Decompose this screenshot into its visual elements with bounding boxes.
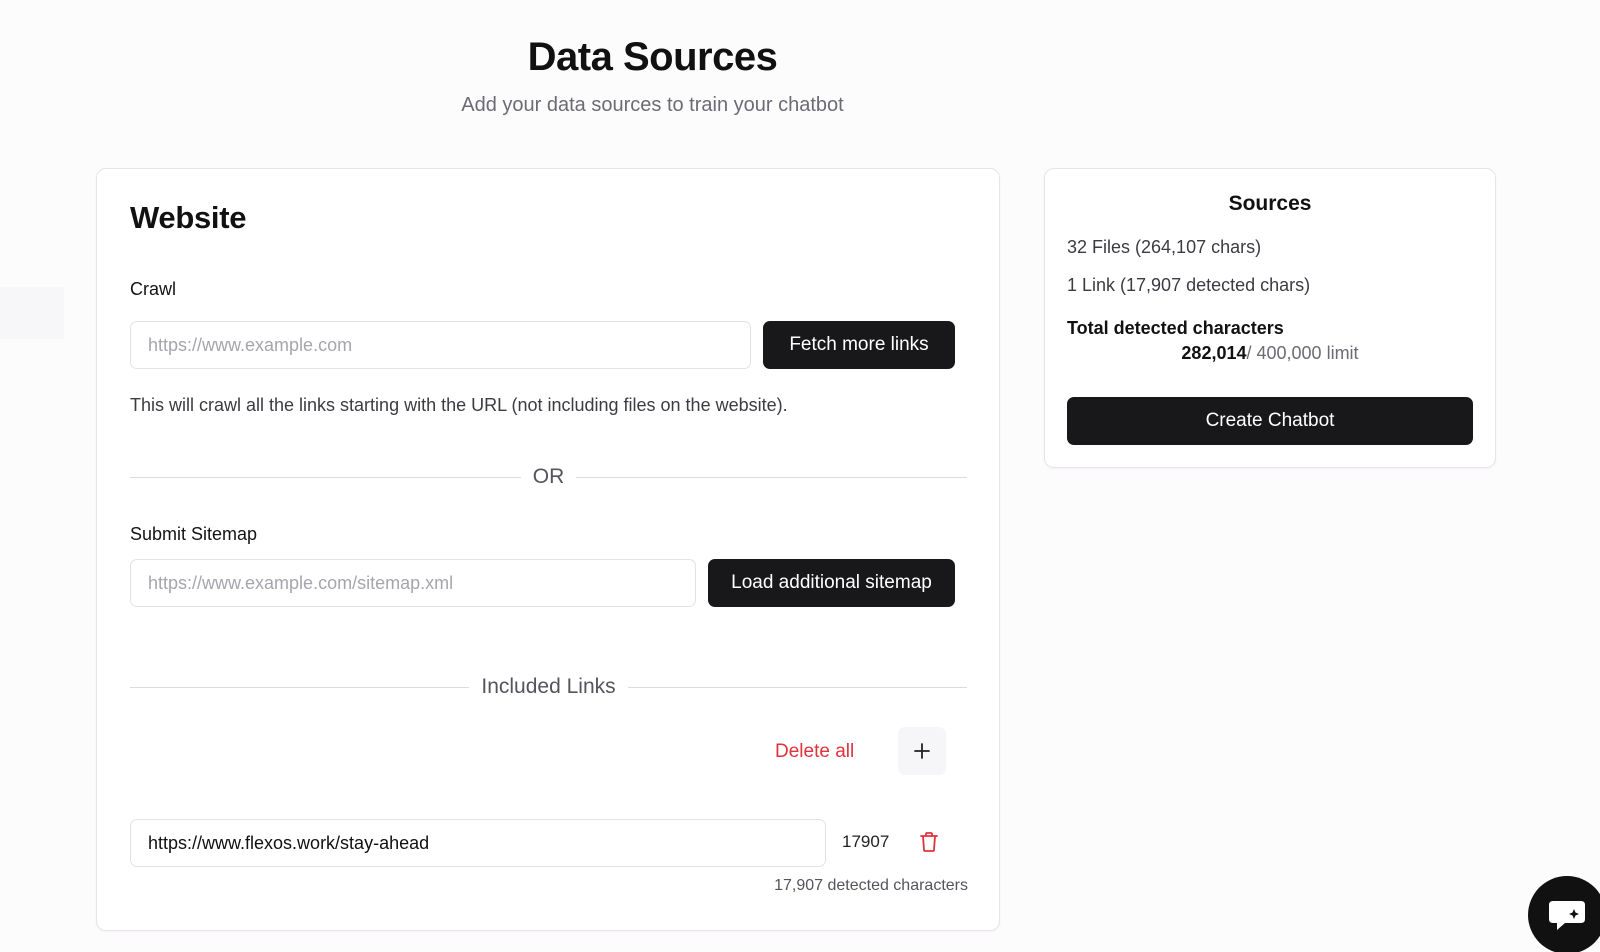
create-chatbot-button[interactable]: Create Chatbot [1067,397,1473,445]
plus-icon [914,743,930,759]
sitemap-url-input[interactable] [130,559,696,607]
total-characters-label: Total detected characters [1067,318,1284,338]
divider-line [130,686,470,688]
link-char-count: 17907 [842,832,890,851]
crawl-url-input[interactable] [130,321,751,369]
website-card: Website Crawl Fetch more links This will… [96,168,1000,931]
chat-bubble-icon [1549,901,1585,930]
divider-line [576,476,967,478]
chat-widget-button[interactable] [1528,876,1600,952]
delete-link-button[interactable] [915,827,943,857]
website-section-title: Website [130,200,247,235]
total-characters-count: 282,014 [1181,343,1247,363]
delete-all-links-button[interactable]: Delete all [775,741,854,763]
crawl-label: Crawl [130,279,177,299]
page-title: Data Sources [527,35,778,79]
divider-line [130,476,521,478]
sources-title: Sources [1228,192,1312,215]
or-divider: OR [130,465,967,489]
characters-limit: / 400,000 limit [1246,343,1359,363]
included-links-divider: Included Links [130,675,968,699]
data-sources-page: Data Sources Add your data sources to tr… [0,0,1600,952]
included-links-label: Included Links [481,675,616,698]
divider-line [627,686,968,688]
page-subtitle: Add your data sources to train your chat… [461,94,844,116]
detected-characters-summary: 17,907 detected characters [774,877,968,894]
total-characters-value: 282,014/ 400,000 limit [1045,343,1495,364]
sources-links-line: 1 Link (17,907 detected chars) [1067,275,1311,295]
sources-card: Sources 32 Files (264,107 chars) 1 Link … [1044,168,1496,468]
fetch-more-links-button[interactable]: Fetch more links [763,321,955,369]
side-tab-edge [0,287,64,339]
crawl-helper-text: This will crawl all the links starting w… [130,395,788,415]
load-additional-sitemap-button[interactable]: Load additional sitemap [708,559,955,607]
sitemap-label: Submit Sitemap [130,524,258,544]
sources-files-line: 32 Files (264,107 chars) [1067,237,1262,257]
or-divider-label: OR [532,465,565,488]
included-link-url-field[interactable] [130,819,826,867]
page-header: Data Sources Add your data sources to tr… [0,34,1305,118]
add-link-button[interactable] [898,727,946,775]
trash-icon [920,832,938,852]
